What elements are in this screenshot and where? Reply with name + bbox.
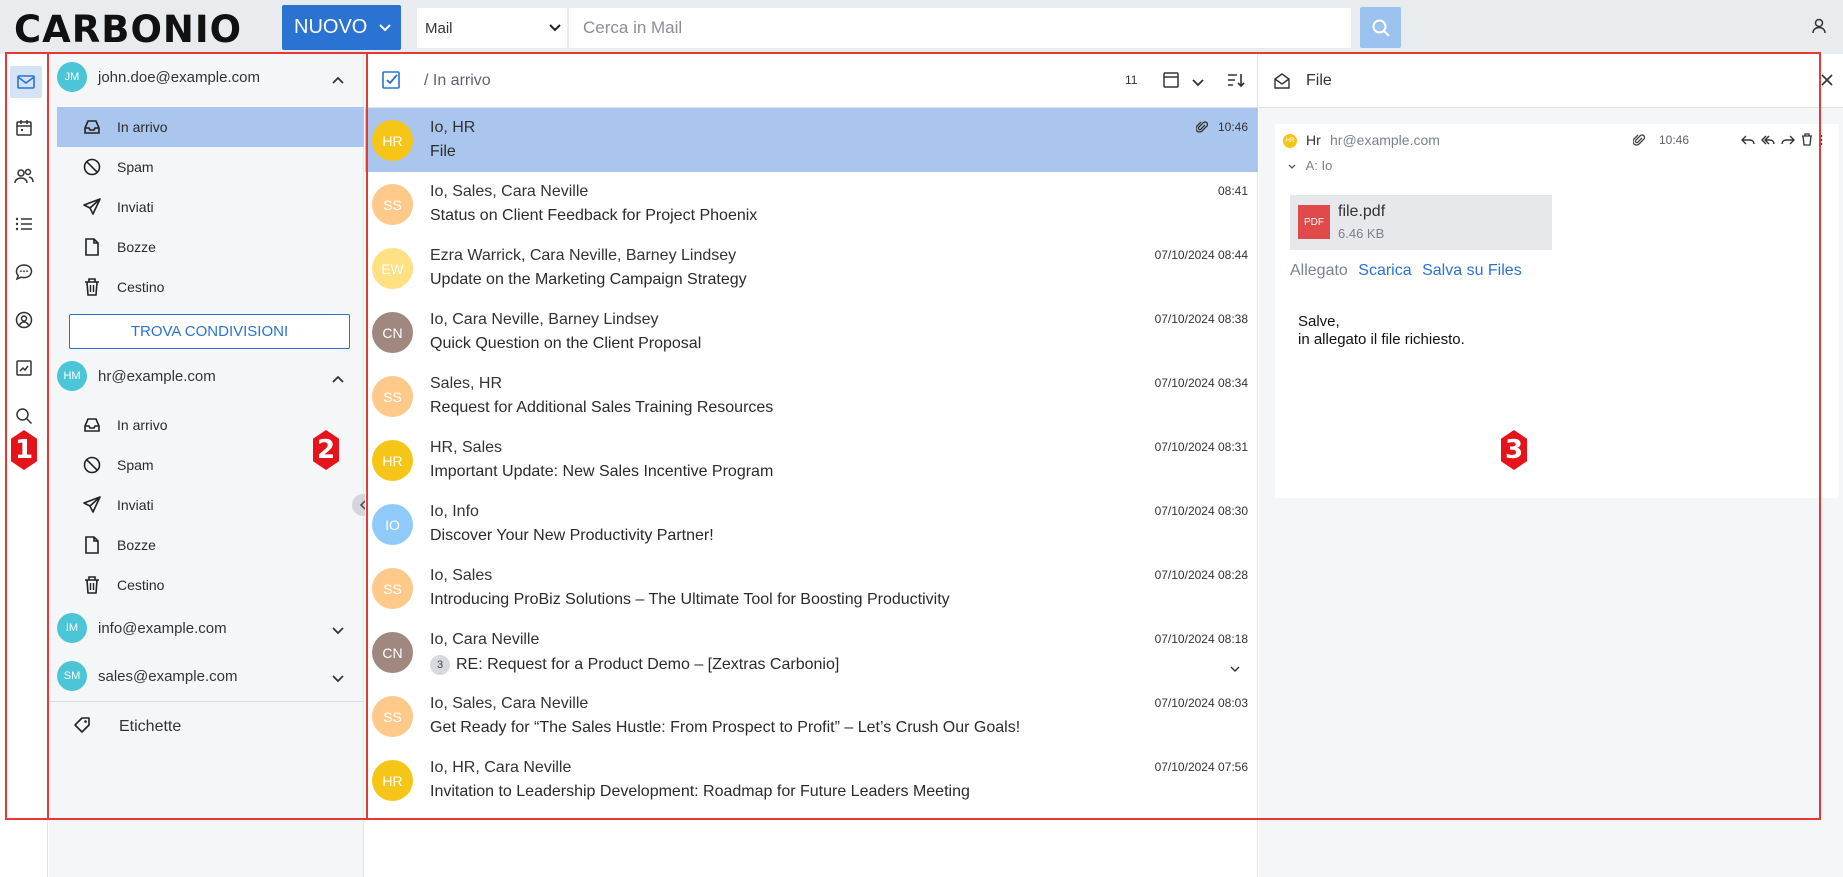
new-button-label: NUOVO [294, 16, 368, 38]
chevron-down-icon [549, 19, 561, 32]
app-logo: CARBONIO [14, 8, 243, 51]
search-scope-value: Mail [425, 19, 453, 37]
search-icon [1372, 19, 1390, 37]
search-input[interactable]: Cerca in Mail [569, 8, 1351, 48]
user-icon[interactable] [1810, 17, 1828, 40]
close-icon[interactable] [1820, 73, 1834, 92]
search-button[interactable] [1360, 7, 1401, 48]
chevron-down-icon[interactable] [379, 20, 392, 35]
search-placeholder: Cerca in Mail [583, 18, 683, 37]
top-bar: CARBONIO NUOVO Mail Cerca in Mail [0, 0, 1843, 54]
search-scope-select[interactable]: Mail [417, 8, 567, 48]
new-button[interactable]: NUOVO [282, 5, 401, 50]
